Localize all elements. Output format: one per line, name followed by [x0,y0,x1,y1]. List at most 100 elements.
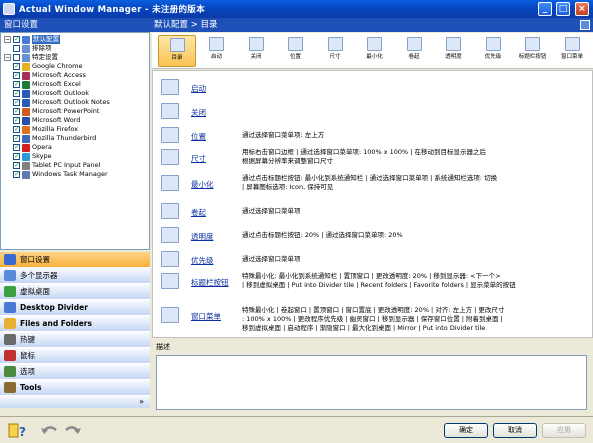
toolbar-button-label: 窗口菜单 [560,54,583,60]
settings-row-link[interactable]: 标题栏按钮 [191,277,229,288]
tree-item[interactable]: Tablet PC Input Panel [13,161,100,170]
nav-item[interactable]: Tools [0,380,150,396]
toolbar-button[interactable]: 最小化 [356,35,394,67]
tree-checkbox[interactable] [13,54,20,61]
toolbar-button[interactable]: 卷起 [395,35,433,67]
cancel-button[interactable]: 取消 [493,423,537,438]
close-button[interactable]: × [575,2,589,16]
row-window-icon [161,307,179,323]
tree-item[interactable]: Mozilla Thunderbird [13,134,96,143]
row-window-icon [161,251,179,267]
description-line: 通过选择窗口菜单项: 左上方 [242,131,325,139]
description-label: 描述 [156,343,170,351]
nav-item[interactable]: 热键 [0,332,150,348]
settings-row-description: 通过点击标题栏按钮: 最小化到系统通知栏 | 通过选择窗口菜单项 | 系统通知栏… [242,174,590,192]
tree-item[interactable]: − 默认配置 [4,35,60,44]
tree-item[interactable]: Microsoft Access [13,71,86,80]
toolbar-button[interactable]: 目录 [158,35,196,67]
ok-button[interactable]: 确定 [444,423,488,438]
settings-row-link[interactable]: 启动 [191,83,206,94]
settings-row-link[interactable]: 窗口菜单 [191,311,221,322]
toolbar-window-icon [446,37,461,51]
tree-item[interactable]: − 特定设置 [4,53,58,62]
help-icon[interactable]: ? [8,422,26,439]
app-icon [22,71,30,80]
toolbar-button[interactable]: 透明度 [435,35,473,67]
settings-row-link[interactable]: 最小化 [191,179,214,190]
nav-icon [4,270,16,281]
nav-icon [4,254,16,265]
tree-checkbox[interactable] [13,45,20,52]
toolbar-button[interactable]: 关闭 [237,35,275,67]
toolbar-button[interactable]: 优先级 [474,35,512,67]
nav-item[interactable]: 多个显示器 [0,268,150,284]
tree-item[interactable]: Skype [13,152,52,161]
tree-checkbox[interactable] [13,35,20,44]
minimize-button[interactable]: _ [538,2,552,16]
tree-item[interactable]: Microsoft Outlook Notes [13,98,110,107]
tree-checkbox[interactable] [13,98,20,107]
row-window-icon [161,149,179,165]
settings-tree[interactable]: − 默认配置排除项 − 特定设置Google ChromeMicrosoft Acce… [0,32,150,250]
tree-item[interactable]: Microsoft Outlook [13,89,89,98]
toolbar-button[interactable]: 窗口菜单 [553,35,591,67]
tree-expander-icon[interactable]: − [4,54,11,61]
settings-row-link[interactable]: 位置 [191,131,206,142]
tree-item[interactable]: Opera [13,143,52,152]
tree-item-label: Mozilla Thunderbird [32,134,97,142]
undo-icon[interactable] [40,422,58,439]
nav-icon [4,318,16,329]
apply-button[interactable]: 应用 [542,423,586,438]
tree-item-label: Skype [32,152,52,160]
description-line: 通过选择窗口菜单项 [242,207,301,215]
toolbar-button[interactable]: 位置 [277,35,315,67]
nav-item[interactable]: Files and Folders [0,316,150,332]
tree-checkbox[interactable] [13,107,20,116]
toolbar-button-label: 透明度 [445,54,462,60]
category-nav: 窗口设置 多个显示器 虚拟桌面 Desktop Divider Files and Fo… [0,252,150,396]
tree-checkbox[interactable] [13,143,20,152]
tree-item[interactable]: Microsoft PowerPoint [13,107,99,116]
settings-row-link[interactable]: 尺寸 [191,153,206,164]
nav-item[interactable]: 窗口设置 [0,252,150,268]
app-icon [22,134,30,143]
tree-item[interactable]: Microsoft Excel [13,80,81,89]
tree-checkbox[interactable] [13,71,20,80]
nav-item[interactable]: Desktop Divider [0,300,150,316]
tree-checkbox[interactable] [13,80,20,89]
tree-checkbox[interactable] [13,152,20,161]
tree-item[interactable]: Microsoft Word [13,116,80,125]
nav-item[interactable]: 鼠标 [0,348,150,364]
toolbar-window-icon [169,38,185,52]
expand-nav-button[interactable]: » [0,396,150,408]
tree-item[interactable]: 排除项 [13,44,52,53]
restore-panel-icon[interactable] [580,20,590,30]
tree-item-label: Windows Task Manager [32,170,108,178]
tree-item-label: Microsoft Outlook [32,89,89,97]
tree-checkbox[interactable] [13,170,20,179]
toolbar-button[interactable]: 启动 [198,35,236,67]
tree-checkbox[interactable] [13,125,20,134]
tree-item[interactable]: Mozilla Firefox [13,125,78,134]
settings-row-link[interactable]: 优先级 [191,255,214,266]
tree-item[interactable]: Windows Task Manager [13,170,108,179]
nav-item[interactable]: 选项 [0,364,150,380]
tree-item[interactable]: Google Chrome [13,62,82,71]
nav-item[interactable]: 虚拟桌面 [0,284,150,300]
tree-expander-icon[interactable]: − [4,36,11,43]
tree-checkbox[interactable] [13,161,20,170]
maximize-button[interactable]: □ [556,2,570,16]
settings-row-link[interactable]: 卷起 [191,207,206,218]
tree-checkbox[interactable] [13,62,20,71]
tree-checkbox[interactable] [13,89,20,98]
settings-row-link[interactable]: 透明度 [191,231,214,242]
toolbar-button[interactable]: 标题栏按钮 [514,35,552,67]
nav-icon [4,302,16,313]
redo-icon[interactable] [64,422,82,439]
tree-item-label: 排除项 [32,44,52,52]
settings-row-link[interactable]: 关闭 [191,107,206,118]
tree-item-label: Microsoft PowerPoint [32,107,100,115]
tree-checkbox[interactable] [13,134,20,143]
toolbar-button[interactable]: 尺寸 [316,35,354,67]
tree-checkbox[interactable] [13,116,20,125]
